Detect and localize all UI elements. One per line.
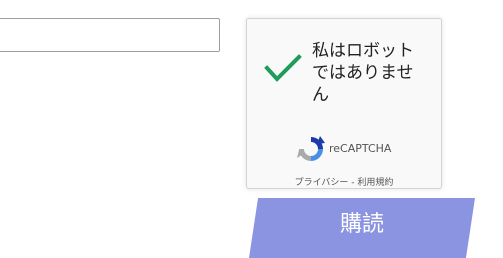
recaptcha-widget: 私はロボットではありません reCAPTCHA プライバシー - 利用規約 (246, 18, 442, 189)
terms-link[interactable]: 利用規約 (357, 178, 393, 188)
recaptcha-brand: reCAPTCHA (329, 142, 392, 155)
recaptcha-logo-icon (297, 136, 325, 161)
checkmark-icon (264, 54, 302, 82)
recaptcha-label: 私はロボットではありません (312, 41, 414, 105)
recaptcha-links: プライバシー - 利用規約 (247, 175, 441, 188)
email-input[interactable] (0, 18, 220, 52)
privacy-link[interactable]: プライバシー (295, 178, 349, 188)
subscribe-button[interactable]: 購読 (249, 198, 475, 258)
recaptcha-checkbox[interactable] (263, 52, 303, 84)
